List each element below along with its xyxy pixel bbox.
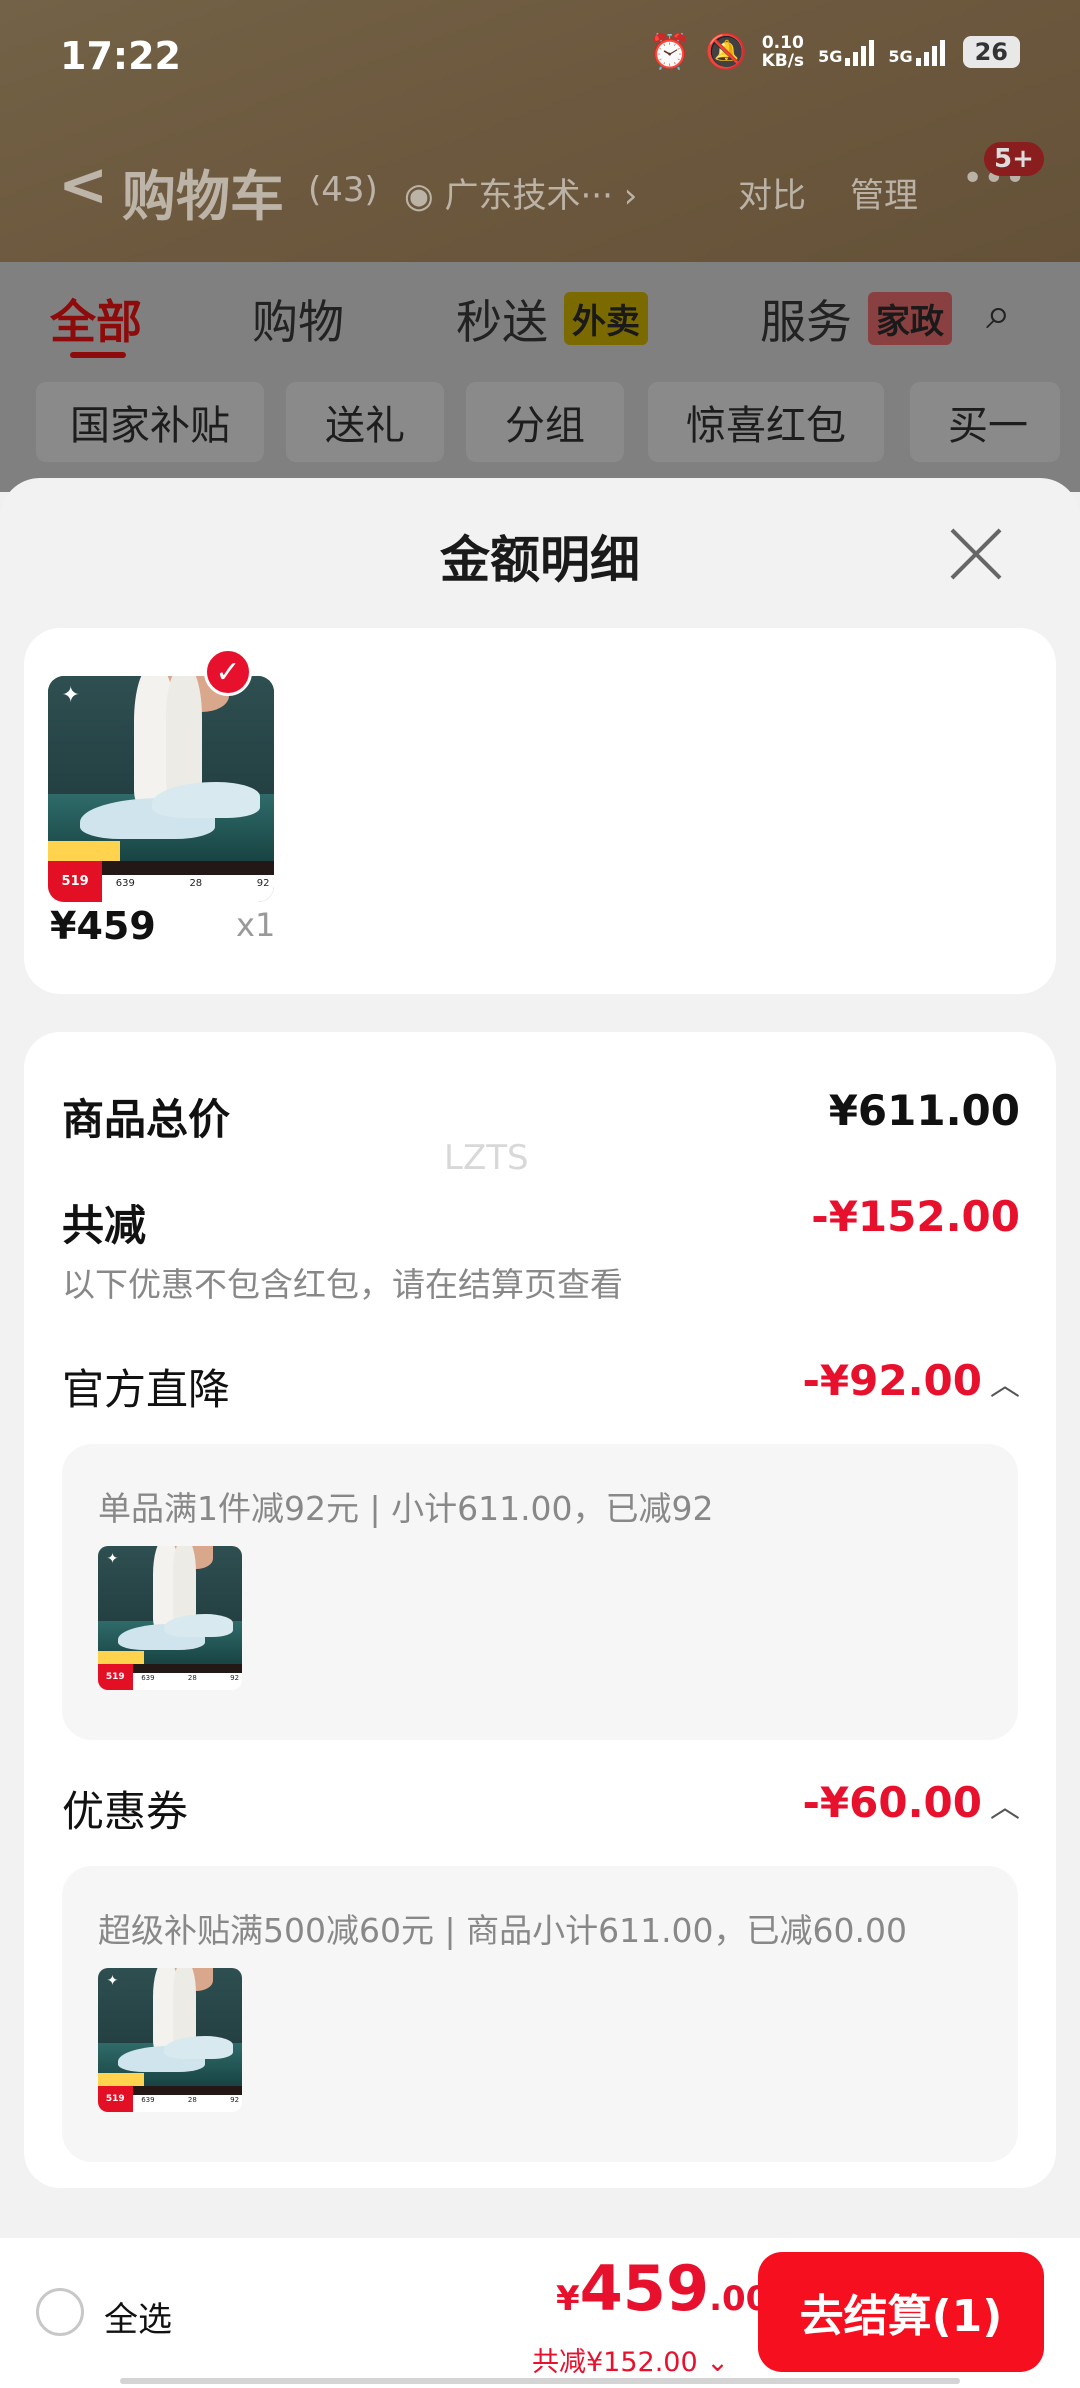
thumb-num: 92 — [256, 877, 270, 889]
official-discount-value: -¥92.00 — [802, 1356, 982, 1405]
status-bar: 17:22 ⏰ 🔕 0.10 KB/s 5G 5G 26 — [0, 0, 1080, 120]
back-icon[interactable]: < — [58, 150, 108, 220]
watermark: LZTS — [444, 1138, 529, 1178]
saved-amount-toggle[interactable]: 共减¥152.00 ⌄ — [532, 2340, 729, 2379]
checkout-bar: 全选 ¥459.00 共减¥152.00 ⌄ 去结算(1) — [0, 2238, 1080, 2388]
net-speed-unit: KB/s — [761, 51, 805, 71]
home-indicator — [120, 2378, 960, 2384]
total-amount: ¥459.00 — [556, 2252, 769, 2325]
close-icon[interactable] — [946, 524, 1006, 584]
signal-label: 5G — [888, 47, 913, 66]
thumb-num: 28 — [187, 2096, 197, 2105]
tab-service[interactable]: 服务 — [760, 286, 852, 352]
signal-bars-icon — [915, 38, 945, 66]
product-thumbnail-small: ✦ 519 639 28 92 — [98, 1968, 242, 2112]
status-time: 17:22 — [60, 34, 181, 78]
filter-chips: 国家补贴 送礼 分组 惊喜红包 买一 — [0, 372, 1080, 492]
chip-gift[interactable]: 送礼 — [286, 382, 444, 462]
brand-logo-icon: ✦ — [61, 683, 80, 709]
active-tab-underline — [70, 352, 126, 358]
product-thumbnail-small: ✦ 519 639 28 92 — [98, 1546, 242, 1690]
manage-button[interactable]: 管理 — [850, 168, 918, 217]
chip-red-packet[interactable]: 惊喜红包 — [648, 382, 884, 462]
thumb-num: 28 — [189, 877, 203, 889]
signal-5g-2: 5G — [888, 38, 945, 66]
tab-instant[interactable]: 秒送 — [456, 286, 548, 352]
battery-indicator: 26 — [962, 36, 1020, 68]
official-discount-text: 单品满1件减92元 | 小计611.00，已减92 — [98, 1489, 714, 1528]
thumb-price: 519 — [98, 1664, 133, 1690]
coupon-detail: 超级补贴满500减60元 | 商品小计611.00，已减60.00 ✦ 519 … — [62, 1866, 1018, 2162]
status-icons: ⏰ 🔕 0.10 KB/s 5G 5G 26 — [649, 32, 1020, 72]
cart-tabs: 全部 购物 秒送 外卖 服务 家政 ⌕ — [0, 262, 1080, 372]
tab-tag-takeout: 外卖 — [564, 292, 648, 345]
compare-button[interactable]: 对比 — [738, 168, 806, 217]
price-details-card: LZTS 商品总价 ¥611.00 共减 -¥152.00 以下优惠不包含红包，… — [24, 1032, 1056, 2188]
tab-tag-housekeeping: 家政 — [868, 292, 952, 345]
signal-bars-icon — [845, 38, 875, 66]
total-integer: 459 — [579, 2252, 710, 2325]
bell-muted-icon: 🔕 — [705, 32, 748, 72]
chevron-down-icon: ⌄ — [697, 2347, 729, 2378]
sheet-title: 金额明细 — [440, 531, 640, 589]
product-card: ✦ 519 639 28 92 ✓ ¥459 x1 — [24, 628, 1056, 994]
shoe-image: ✦ 519 639 28 92 — [48, 676, 274, 902]
location-label: 广东技术··· — [444, 176, 613, 216]
page-title: 购物车 — [122, 165, 284, 228]
coupon-label: 优惠券 — [62, 1787, 189, 1836]
eye-icon: ◉ — [404, 176, 445, 216]
currency-symbol: ¥ — [556, 2279, 580, 2319]
chip-buy-one[interactable]: 买一 — [910, 382, 1060, 462]
thumb-price: 519 — [98, 2086, 133, 2112]
thumb-num: 92 — [230, 1674, 240, 1683]
amount-detail-sheet: 金额明细 ✦ 519 639 28 92 ✓ ¥459 x1 LZTS 商品总价… — [0, 478, 1080, 2388]
chevron-up-icon: ︿ — [990, 1790, 1020, 1825]
thumb-num: 639 — [141, 1674, 155, 1683]
background-app: 17:22 ⏰ 🔕 0.10 KB/s 5G 5G 26 < 购物车 (43) … — [0, 0, 1080, 520]
location-selector[interactable]: ◉ 广东技术··· › — [404, 168, 637, 217]
network-speed: 0.10 KB/s — [762, 34, 804, 70]
notification-badge: 5+ — [984, 142, 1044, 176]
select-all-checkbox[interactable] — [36, 2288, 84, 2336]
search-icon[interactable]: ⌕ — [986, 288, 1011, 339]
checkout-button[interactable]: 去结算(1) — [758, 2252, 1044, 2372]
total-discount-label: 共减 — [62, 1201, 147, 1250]
chip-national-subsidy[interactable]: 国家补贴 — [36, 382, 264, 462]
total-discount-value: -¥152.00 — [811, 1192, 1020, 1241]
signal-label: 5G — [818, 47, 843, 66]
chevron-up-icon: ︿ — [990, 1368, 1020, 1403]
selected-check-icon: ✓ — [204, 648, 252, 696]
thumb-num: 639 — [115, 877, 135, 889]
official-discount-label: 官方直降 — [62, 1365, 231, 1414]
product-thumbnail[interactable]: ✦ 519 639 28 92 — [48, 676, 274, 902]
tab-all[interactable]: 全部 — [50, 286, 142, 352]
thumb-num: 92 — [230, 2096, 240, 2105]
product-price: ¥459 — [50, 904, 156, 948]
signal-5g-1: 5G — [818, 38, 875, 66]
total-price-label: 商品总价 — [62, 1095, 231, 1144]
coupon-detail-text: 超级补贴满500减60元 | 商品小计611.00，已减60.00 — [98, 1911, 908, 1950]
select-all-label[interactable]: 全选 — [104, 2292, 172, 2341]
chip-group[interactable]: 分组 — [466, 382, 624, 462]
total-price-value: ¥611.00 — [828, 1086, 1020, 1135]
discount-note: 以下优惠不包含红包，请在结算页查看 — [62, 1265, 623, 1304]
coupon-toggle[interactable]: -¥60.00 ︿ — [802, 1778, 1020, 1827]
official-discount-detail: 单品满1件减92元 | 小计611.00，已减92 ✦ 519 639 28 9… — [62, 1444, 1018, 1740]
net-speed-value: 0.10 — [761, 33, 804, 53]
saved-amount: 共减¥152.00 — [532, 2347, 698, 2378]
chevron-right-icon: › — [623, 176, 638, 216]
thumb-num: 639 — [141, 2096, 155, 2105]
tab-shopping[interactable]: 购物 — [252, 286, 344, 352]
official-discount-toggle[interactable]: -¥92.00 ︿ — [802, 1356, 1020, 1405]
coupon-value: -¥60.00 — [802, 1778, 982, 1827]
alarm-icon: ⏰ — [648, 32, 692, 72]
product-quantity: x1 — [236, 906, 276, 944]
cart-count: (43) — [308, 170, 378, 210]
cart-nav-bar: < 购物车 (43) ◉ 广东技术··· › 对比 管理 ••• — [0, 140, 1080, 240]
thumb-price: 519 — [48, 861, 103, 902]
thumb-num: 28 — [187, 1674, 197, 1683]
